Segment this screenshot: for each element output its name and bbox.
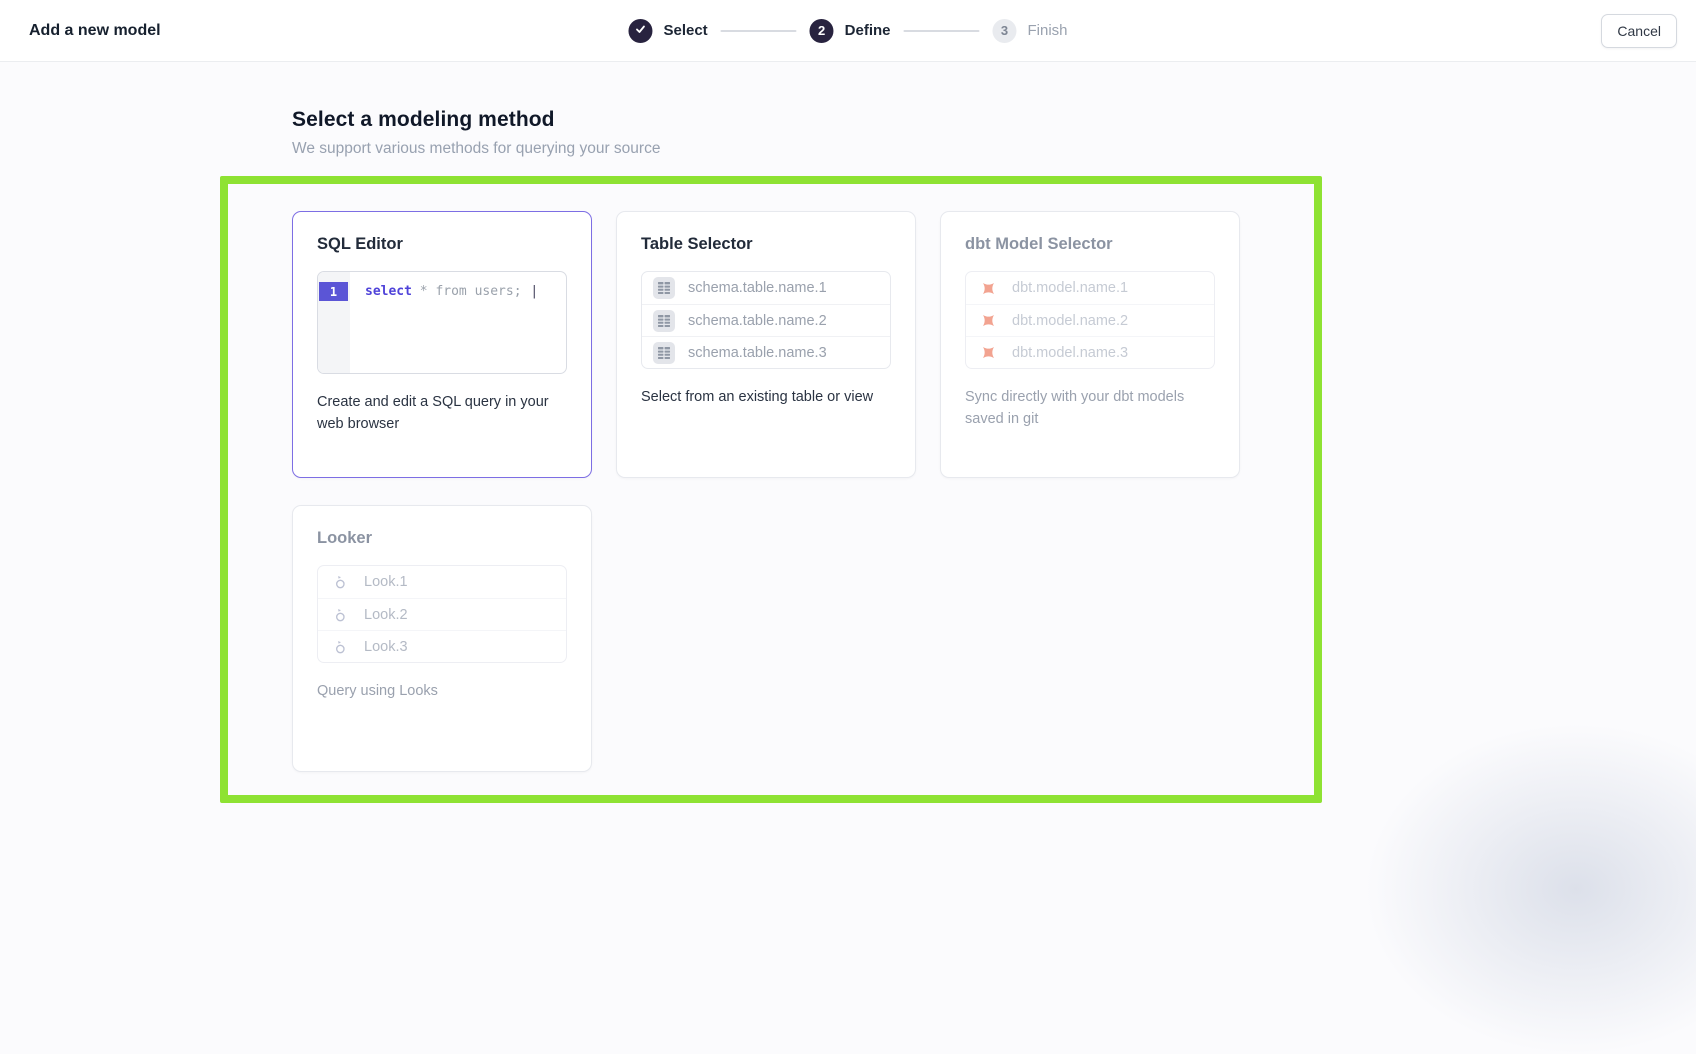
highlight-region: SQL Editor 1 select * from users; | Crea… <box>220 176 1322 803</box>
card-looker-description: Query using Looks <box>317 680 567 702</box>
card-table-selector-title: Table Selector <box>641 235 891 254</box>
sql-editor-gutter: 1 <box>318 272 350 373</box>
sql-editor-preview: 1 select * from users; | <box>317 271 567 374</box>
list-item: Look.1 <box>318 566 566 598</box>
list-item-label: schema.table.name.3 <box>688 345 827 361</box>
step-select-circle <box>628 19 652 43</box>
stepper-connector <box>721 30 797 32</box>
sql-keyword: select <box>365 284 412 299</box>
section-subheading: We support various methods for querying … <box>292 140 1696 158</box>
section-heading: Select a modeling method <box>292 108 1696 132</box>
step-select[interactable]: Select <box>628 19 707 43</box>
text-cursor: | <box>530 284 538 299</box>
table-list-preview: schema.table.name.1 <box>641 271 891 369</box>
list-item-label: Look.2 <box>364 607 408 623</box>
step-define[interactable]: 2 Define <box>810 19 891 43</box>
check-icon <box>634 23 646 38</box>
step-finish[interactable]: 3 Finish <box>993 19 1068 43</box>
card-table-selector[interactable]: Table Selector <box>616 211 916 478</box>
table-icon <box>653 277 675 299</box>
method-cards-grid: SQL Editor 1 select * from users; | Crea… <box>292 211 1240 772</box>
card-sql-editor[interactable]: SQL Editor 1 select * from users; | Crea… <box>292 211 592 478</box>
list-item-label: dbt.model.name.1 <box>1012 280 1128 296</box>
looker-list-preview: Look.1 Look.2 <box>317 565 567 663</box>
list-item-label: schema.table.name.2 <box>688 313 827 329</box>
main-content: Select a modeling method We support vari… <box>0 62 1696 803</box>
card-table-selector-description: Select from an existing table or view <box>641 386 891 408</box>
wizard-stepper: Select 2 Define 3 Finish <box>628 19 1067 43</box>
cancel-button[interactable]: Cancel <box>1601 14 1677 48</box>
table-icon <box>653 342 675 364</box>
looker-logo-icon <box>329 604 351 626</box>
list-item: dbt.model.name.1 <box>966 272 1214 304</box>
list-item-label: Look.1 <box>364 574 408 590</box>
list-item: dbt.model.name.3 <box>966 336 1214 368</box>
card-dbt-title: dbt Model Selector <box>965 235 1215 254</box>
step-define-circle: 2 <box>810 19 834 43</box>
step-finish-label: Finish <box>1028 22 1068 39</box>
list-item: Look.3 <box>318 630 566 662</box>
step-define-label: Define <box>845 22 891 39</box>
dbt-logo-icon <box>977 277 999 299</box>
card-looker-title: Looker <box>317 529 567 548</box>
card-sql-editor-description: Create and edit a SQL query in your web … <box>317 391 567 435</box>
top-bar: Add a new model Select 2 Define 3 Finish… <box>0 0 1696 62</box>
sql-line-number: 1 <box>319 282 348 301</box>
list-item-label: schema.table.name.1 <box>688 280 827 296</box>
dbt-logo-icon <box>977 342 999 364</box>
looker-logo-icon <box>329 636 351 658</box>
page-title: Add a new model <box>29 22 161 40</box>
list-item: schema.table.name.2 <box>642 304 890 336</box>
looker-logo-icon <box>329 571 351 593</box>
list-item: dbt.model.name.2 <box>966 304 1214 336</box>
list-item: schema.table.name.1 <box>642 272 890 304</box>
stepper-connector <box>904 30 980 32</box>
dbt-logo-icon <box>977 310 999 332</box>
step-finish-circle: 3 <box>993 19 1017 43</box>
list-item: Look.2 <box>318 598 566 630</box>
sql-code-rest: * from users; <box>412 284 529 299</box>
sql-code-line: select * from users; | <box>350 272 538 373</box>
card-dbt-model-selector[interactable]: dbt Model Selector dbt.model.name.1 <box>940 211 1240 478</box>
table-icon <box>653 310 675 332</box>
list-item: schema.table.name.3 <box>642 336 890 368</box>
card-sql-editor-title: SQL Editor <box>317 235 567 254</box>
list-item-label: dbt.model.name.2 <box>1012 313 1128 329</box>
dbt-list-preview: dbt.model.name.1 dbt.model.name.2 <box>965 271 1215 369</box>
list-item-label: Look.3 <box>364 639 408 655</box>
card-dbt-description: Sync directly with your dbt models saved… <box>965 386 1215 430</box>
card-looker[interactable]: Looker Look.1 <box>292 505 592 772</box>
step-select-label: Select <box>663 22 707 39</box>
list-item-label: dbt.model.name.3 <box>1012 345 1128 361</box>
